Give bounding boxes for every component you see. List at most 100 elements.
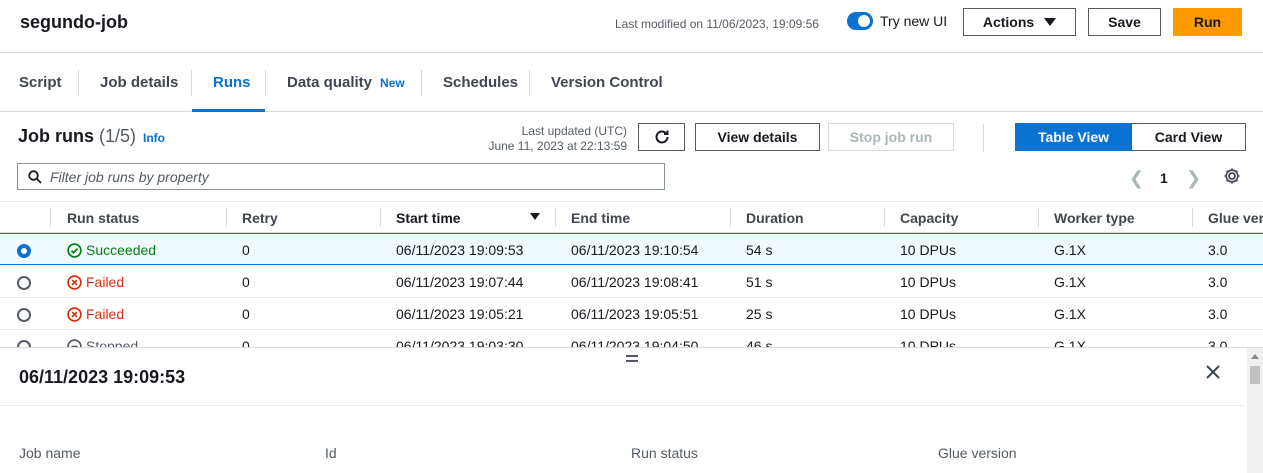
glue-version-cell: 3.0 xyxy=(1208,306,1228,322)
column-separator xyxy=(226,208,227,227)
info-link[interactable]: Info xyxy=(143,131,165,145)
column-header-glue-version[interactable]: Glue ver xyxy=(1208,202,1263,233)
worker-type-cell: G.1X xyxy=(1054,338,1086,347)
column-separator xyxy=(380,208,381,227)
glue-version-cell: 3.0 xyxy=(1208,242,1228,258)
tab-bar: Script Job details Runs Data quality New… xyxy=(0,53,1263,112)
sort-icon[interactable] xyxy=(201,213,211,220)
caret-down-icon xyxy=(1044,18,1057,26)
tab-script[interactable]: Script xyxy=(19,53,62,112)
run-status-cell: Succeeded xyxy=(67,234,156,266)
split-panel-divider xyxy=(0,405,1245,406)
end-time-cell: 06/11/2023 19:04:50 xyxy=(571,338,699,347)
previous-page-icon[interactable]: ❮ xyxy=(1129,168,1144,189)
tab-data-quality[interactable]: Data quality New xyxy=(287,53,405,112)
column-header-duration[interactable]: Duration xyxy=(746,202,804,233)
scroll-up-icon[interactable] xyxy=(1251,354,1259,359)
row-radio-selected[interactable] xyxy=(17,244,31,258)
current-page-number[interactable]: 1 xyxy=(1160,170,1168,186)
scrollbar-thumb[interactable] xyxy=(1250,366,1260,384)
capacity-cell: 10 DPUs xyxy=(900,338,957,347)
row-radio[interactable] xyxy=(17,276,31,290)
last-updated: Last updated (UTC) June 11, 2023 at 22:1… xyxy=(470,124,627,154)
gear-icon[interactable] xyxy=(1223,167,1241,188)
table-row[interactable]: Failed 0 06/11/2023 19:07:44 06/11/2023 … xyxy=(0,266,1263,298)
save-button[interactable]: Save xyxy=(1088,8,1161,36)
job-title: segundo-job xyxy=(20,12,128,32)
status-failed: Failed xyxy=(67,306,124,322)
retry-cell: 0 xyxy=(242,242,250,258)
toggle-knob xyxy=(858,15,870,27)
start-time-cell: 06/11/2023 19:05:21 xyxy=(396,306,524,322)
capacity-cell: 10 DPUs xyxy=(900,242,957,258)
worker-type-cell: G.1X xyxy=(1054,274,1086,290)
actions-button[interactable]: Actions xyxy=(963,8,1076,36)
status-text: Failed xyxy=(86,274,125,290)
end-time-cell: 06/11/2023 19:10:54 xyxy=(571,242,699,258)
column-header-run-status[interactable]: Run status xyxy=(67,202,139,233)
row-radio[interactable] xyxy=(17,308,31,322)
close-icon[interactable] xyxy=(1205,364,1221,383)
run-button[interactable]: Run xyxy=(1173,8,1242,36)
worker-type-cell: G.1X xyxy=(1054,306,1086,322)
start-time-cell: 06/11/2023 19:03:30 xyxy=(396,338,524,347)
failed-x-icon xyxy=(67,274,82,290)
sort-icon[interactable] xyxy=(1013,213,1023,220)
card-view-button[interactable]: Card View xyxy=(1131,123,1246,151)
run-status-cell: Failed xyxy=(67,266,124,298)
column-header-retry[interactable]: Retry xyxy=(242,202,278,233)
filter-input[interactable] xyxy=(50,168,630,185)
stopped-icon xyxy=(67,338,82,347)
refresh-button[interactable] xyxy=(638,123,685,151)
view-details-button[interactable]: View details xyxy=(695,123,820,151)
sort-icon[interactable] xyxy=(859,213,869,220)
end-time-cell: 06/11/2023 19:05:51 xyxy=(571,306,699,322)
resize-handle-icon[interactable] xyxy=(626,355,638,365)
job-runs-heading: Job runs (1/5) xyxy=(18,126,136,147)
column-separator xyxy=(1038,208,1039,227)
table-row[interactable]: Failed 0 06/11/2023 19:05:21 06/11/2023 … xyxy=(0,298,1263,330)
column-header-capacity[interactable]: Capacity xyxy=(900,202,958,233)
column-separator xyxy=(884,208,885,227)
table-row[interactable]: Stopped 0 06/11/2023 19:03:30 06/11/2023… xyxy=(0,330,1263,347)
retry-cell: 0 xyxy=(242,306,250,322)
sort-descending-icon[interactable] xyxy=(530,213,540,220)
tab-version-control[interactable]: Version Control xyxy=(551,53,663,112)
duration-cell: 54 s xyxy=(746,242,773,258)
refresh-icon xyxy=(655,130,668,144)
column-header-start-time[interactable]: Start time xyxy=(396,202,461,233)
run-status-label: Run status xyxy=(631,445,698,461)
table-view-button[interactable]: Table View xyxy=(1015,123,1132,151)
column-separator xyxy=(1192,208,1193,227)
status-text: Failed xyxy=(86,306,125,322)
worker-type-cell: G.1X xyxy=(1054,242,1086,258)
stop-job-run-button[interactable]: Stop job run xyxy=(828,123,954,151)
tab-job-details[interactable]: Job details xyxy=(100,53,178,112)
tab-runs[interactable]: Runs xyxy=(213,53,251,112)
job-name-label: Job name xyxy=(19,445,81,461)
sort-icon[interactable] xyxy=(1167,213,1177,220)
table-header: Run status Retry Start time End time Dur… xyxy=(0,202,1263,233)
tab-data-quality-label: Data quality xyxy=(287,74,373,91)
duration-cell: 51 s xyxy=(746,274,773,290)
start-time-cell: 06/11/2023 19:09:53 xyxy=(396,242,524,258)
tab-separator xyxy=(421,70,422,96)
tab-schedules[interactable]: Schedules xyxy=(443,53,518,112)
column-header-worker-type[interactable]: Worker type xyxy=(1054,202,1135,233)
sort-icon[interactable] xyxy=(355,213,365,220)
last-updated-label: Last updated (UTC) xyxy=(521,124,627,138)
success-check-icon xyxy=(67,242,82,258)
next-page-icon[interactable]: ❯ xyxy=(1186,168,1201,189)
column-separator xyxy=(50,208,51,227)
table-row[interactable]: Succeeded 0 06/11/2023 19:09:53 06/11/20… xyxy=(0,233,1263,265)
split-panel-scrollbar[interactable] xyxy=(1247,348,1263,473)
row-radio[interactable] xyxy=(17,340,31,347)
retry-cell: 0 xyxy=(242,274,250,290)
new-badge: New xyxy=(380,75,405,90)
run-status-cell: Stopped xyxy=(67,330,138,347)
page-header: segundo-job Last modified on 11/06/2023,… xyxy=(0,0,1263,53)
column-header-end-time[interactable]: End time xyxy=(571,202,630,233)
try-new-ui-toggle[interactable] xyxy=(847,12,873,30)
job-runs-count: (1/5) xyxy=(99,126,137,146)
sort-icon[interactable] xyxy=(705,213,715,220)
